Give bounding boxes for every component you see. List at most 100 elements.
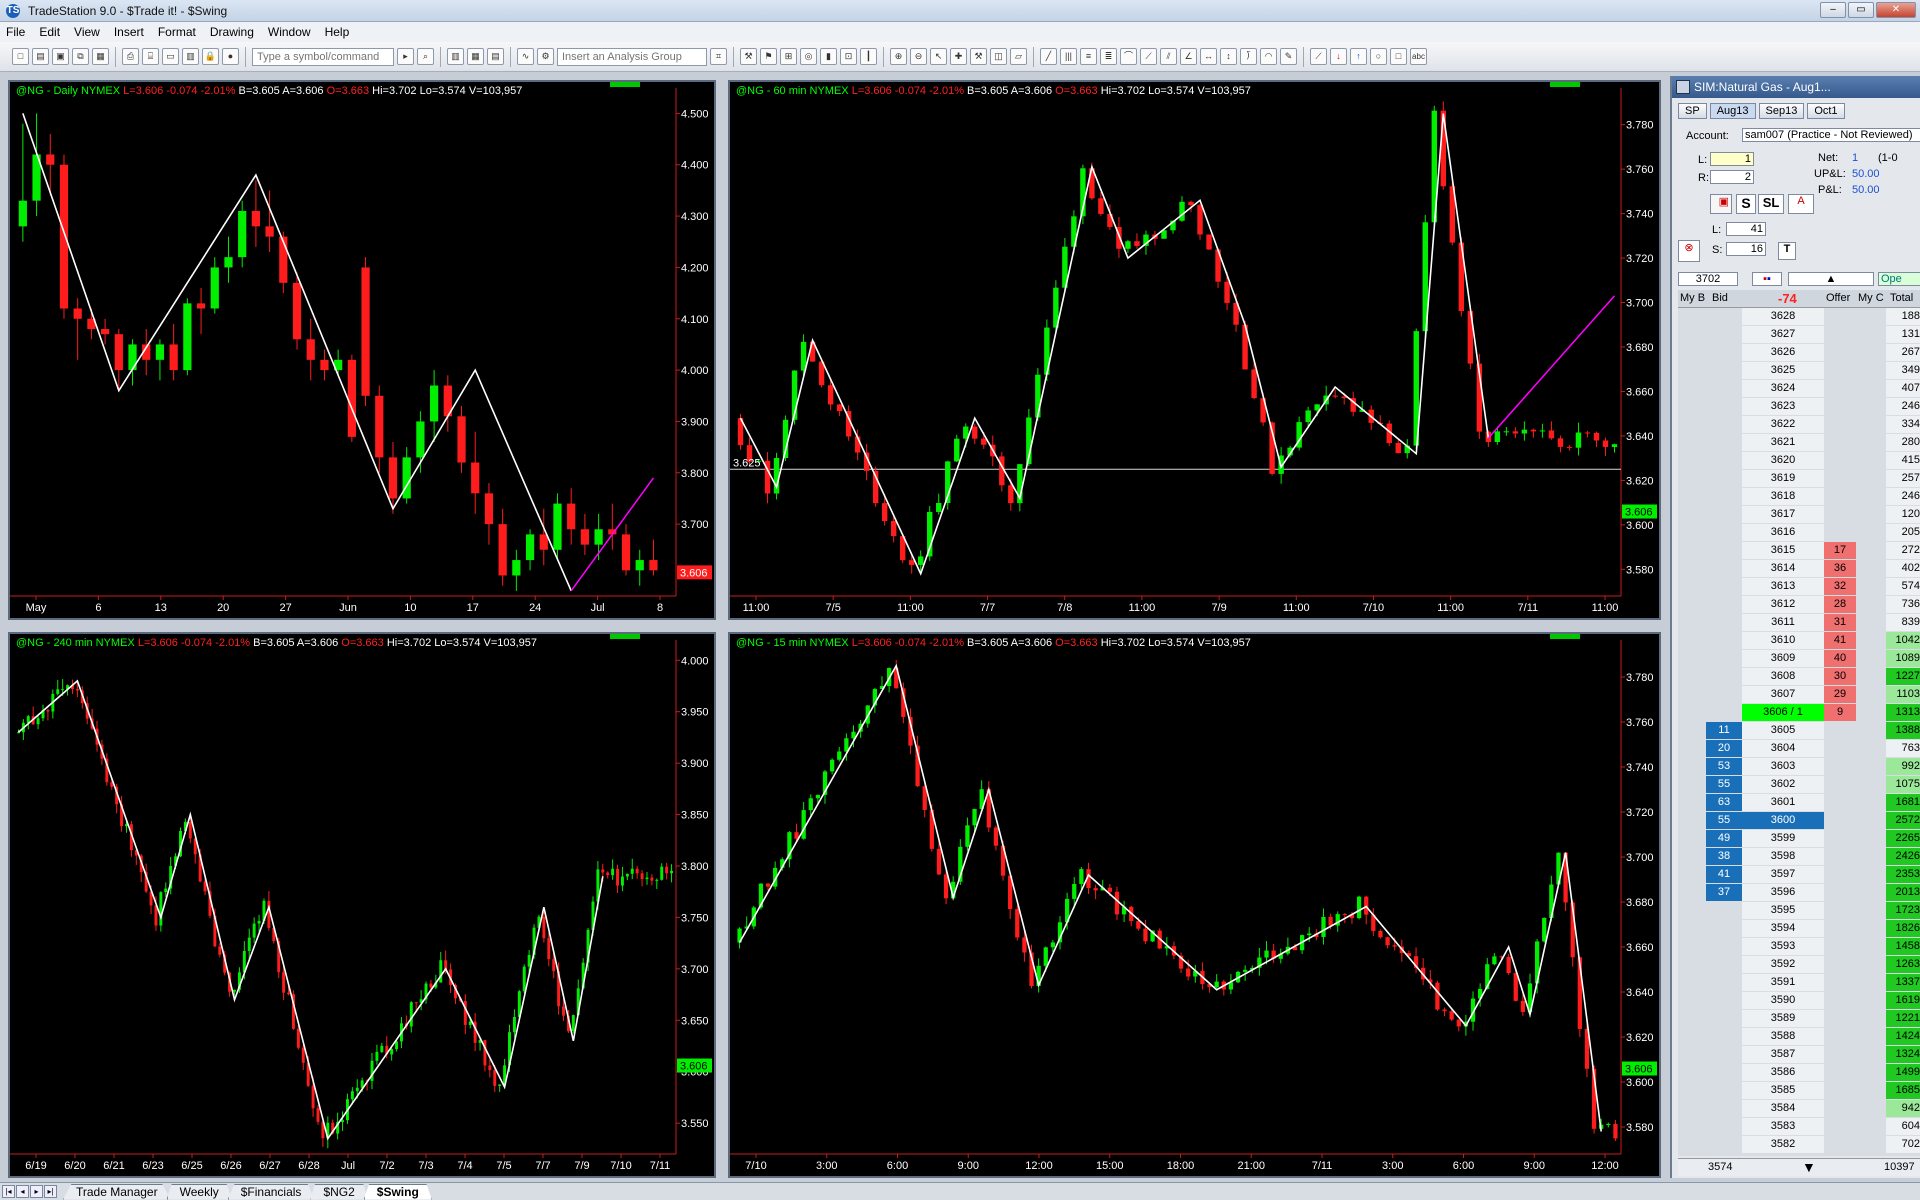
ladder-row[interactable]: 3610 41 1042 bbox=[1678, 632, 1920, 650]
price-cell[interactable]: 3613 bbox=[1742, 578, 1824, 595]
my-bid-cell[interactable] bbox=[1678, 650, 1706, 667]
offer-size-cell[interactable]: 36 bbox=[1824, 560, 1856, 577]
my-bid-cell[interactable] bbox=[1678, 632, 1706, 649]
offer-size-cell[interactable]: 30 bbox=[1824, 668, 1856, 685]
bid-size-cell[interactable] bbox=[1706, 1100, 1742, 1117]
window-icon[interactable]: ▭ bbox=[162, 48, 179, 65]
my-offer-cell[interactable] bbox=[1856, 668, 1886, 685]
my-offer-cell[interactable] bbox=[1856, 992, 1886, 1009]
ladder-row[interactable]: 3586 1499 bbox=[1678, 1064, 1920, 1082]
offer-size-cell[interactable] bbox=[1824, 308, 1856, 325]
bars-icon[interactable]: ⊞ bbox=[780, 48, 797, 65]
price-cell[interactable]: 3605 bbox=[1742, 722, 1824, 739]
my-offer-cell[interactable] bbox=[1856, 470, 1886, 487]
price-cell[interactable]: 3625 bbox=[1742, 362, 1824, 379]
offer-size-cell[interactable] bbox=[1824, 740, 1856, 757]
my-bid-cell[interactable] bbox=[1678, 560, 1706, 577]
offer-size-cell[interactable] bbox=[1824, 1010, 1856, 1027]
ladder-row[interactable]: 3617 120 bbox=[1678, 506, 1920, 524]
tab-oct1[interactable]: Oct1 bbox=[1807, 103, 1845, 119]
bid-size-cell[interactable] bbox=[1706, 416, 1742, 433]
hammer-icon[interactable]: ⚒ bbox=[970, 48, 987, 65]
ladder-row[interactable]: 3592 1263 bbox=[1678, 956, 1920, 974]
total-volume-cell[interactable]: 1723 bbox=[1886, 902, 1920, 919]
total-volume-cell[interactable]: 415 bbox=[1886, 452, 1920, 469]
my-offer-cell[interactable] bbox=[1856, 776, 1886, 793]
total-volume-cell[interactable]: 1681 bbox=[1886, 794, 1920, 811]
flatten-icon[interactable]: ▣ bbox=[1710, 194, 1732, 214]
price-cell[interactable]: 3586 bbox=[1742, 1064, 1824, 1081]
offer-size-cell[interactable] bbox=[1824, 920, 1856, 937]
cancel-all-icon[interactable]: ⊗ bbox=[1678, 240, 1700, 262]
workspace-tab-swing[interactable]: $Swing bbox=[363, 1183, 432, 1200]
my-offer-cell[interactable] bbox=[1856, 848, 1886, 865]
my-offer-cell[interactable] bbox=[1856, 398, 1886, 415]
my-offer-cell[interactable] bbox=[1856, 722, 1886, 739]
workspace-tab-financials[interactable]: $Financials bbox=[227, 1183, 315, 1200]
ladder-row[interactable]: 3621 280 bbox=[1678, 434, 1920, 452]
ladder-row[interactable]: 3619 257 bbox=[1678, 470, 1920, 488]
indicator-icon[interactable]: ⚒ bbox=[740, 48, 757, 65]
total-volume-cell[interactable]: 1103 bbox=[1886, 686, 1920, 703]
bid-size-cell[interactable] bbox=[1706, 578, 1742, 595]
my-bid-cell[interactable] bbox=[1678, 740, 1706, 757]
print-icon[interactable]: ⎙ bbox=[122, 48, 139, 65]
ladder-row[interactable]: 37 3596 2013 bbox=[1678, 884, 1920, 902]
ladder-row[interactable]: 49 3599 2265 bbox=[1678, 830, 1920, 848]
offer-size-cell[interactable] bbox=[1824, 758, 1856, 775]
my-bid-cell[interactable] bbox=[1678, 578, 1706, 595]
ladder-row[interactable]: 3585 1685 bbox=[1678, 1082, 1920, 1100]
price-cell[interactable]: 3591 bbox=[1742, 974, 1824, 991]
my-offer-cell[interactable] bbox=[1856, 956, 1886, 973]
offer-size-cell[interactable]: 9 bbox=[1824, 704, 1856, 721]
offer-size-cell[interactable] bbox=[1824, 452, 1856, 469]
my-offer-cell[interactable] bbox=[1856, 380, 1886, 397]
my-bid-cell[interactable] bbox=[1678, 902, 1706, 919]
my-bid-cell[interactable] bbox=[1678, 416, 1706, 433]
total-volume-cell[interactable]: 1499 bbox=[1886, 1064, 1920, 1081]
my-offer-cell[interactable] bbox=[1856, 578, 1886, 595]
my-offer-cell[interactable] bbox=[1856, 704, 1886, 721]
bid-size-cell[interactable] bbox=[1706, 992, 1742, 1009]
ellipse-icon[interactable]: ○ bbox=[1370, 48, 1387, 65]
arc-icon[interactable]: ⌒ bbox=[1120, 48, 1137, 65]
ladder-row[interactable]: 3615 17 272 bbox=[1678, 542, 1920, 560]
my-bid-cell[interactable] bbox=[1678, 866, 1706, 883]
ladder-row[interactable]: 3589 1221 bbox=[1678, 1010, 1920, 1028]
my-offer-cell[interactable] bbox=[1856, 362, 1886, 379]
my-offer-cell[interactable] bbox=[1856, 1064, 1886, 1081]
maximize-button[interactable]: ▭ bbox=[1848, 2, 1874, 18]
my-offer-cell[interactable] bbox=[1856, 758, 1886, 775]
price-cell[interactable]: 3600 bbox=[1742, 812, 1824, 829]
vertical-lines-icon[interactable]: ||| bbox=[1060, 48, 1077, 65]
ladder-row[interactable]: 3625 349 bbox=[1678, 362, 1920, 380]
price-cell[interactable]: 3588 bbox=[1742, 1028, 1824, 1045]
price-cell[interactable]: 3627 bbox=[1742, 326, 1824, 343]
price-cell[interactable]: 3602 bbox=[1742, 776, 1824, 793]
bid-size-cell[interactable] bbox=[1706, 560, 1742, 577]
price-cell[interactable]: 3590 bbox=[1742, 992, 1824, 1009]
ladder-row[interactable]: 55 3602 1075 bbox=[1678, 776, 1920, 794]
total-volume-cell[interactable]: 334 bbox=[1886, 416, 1920, 433]
bid-size-cell[interactable]: 41 bbox=[1706, 866, 1742, 883]
ladder-row[interactable]: 3627 131 bbox=[1678, 326, 1920, 344]
offer-size-cell[interactable]: 32 bbox=[1824, 578, 1856, 595]
arrow-line-icon[interactable]: ⟋ bbox=[1310, 48, 1327, 65]
ladder-row[interactable]: 11 3605 1388 bbox=[1678, 722, 1920, 740]
price-cell[interactable]: 3584 bbox=[1742, 1100, 1824, 1117]
my-bid-cell[interactable] bbox=[1678, 326, 1706, 343]
total-volume-cell[interactable]: 1337 bbox=[1886, 974, 1920, 991]
price-cell[interactable]: 3614 bbox=[1742, 560, 1824, 577]
total-volume-cell[interactable]: 1826 bbox=[1886, 920, 1920, 937]
ladder-row[interactable]: 3613 32 574 bbox=[1678, 578, 1920, 596]
next-tab-icon[interactable]: ▸ bbox=[30, 1185, 43, 1198]
my-bid-cell[interactable] bbox=[1678, 920, 1706, 937]
bid-size-cell[interactable] bbox=[1706, 1046, 1742, 1063]
offer-size-cell[interactable] bbox=[1824, 902, 1856, 919]
my-offer-cell[interactable] bbox=[1856, 740, 1886, 757]
total-volume-cell[interactable]: 1313 bbox=[1886, 704, 1920, 721]
crosshair-icon[interactable]: ✚ bbox=[950, 48, 967, 65]
ladder-row[interactable]: 3587 1324 bbox=[1678, 1046, 1920, 1064]
workspace-tab-weekly[interactable]: Weekly bbox=[166, 1183, 232, 1200]
symbol-command-input[interactable] bbox=[252, 47, 394, 66]
